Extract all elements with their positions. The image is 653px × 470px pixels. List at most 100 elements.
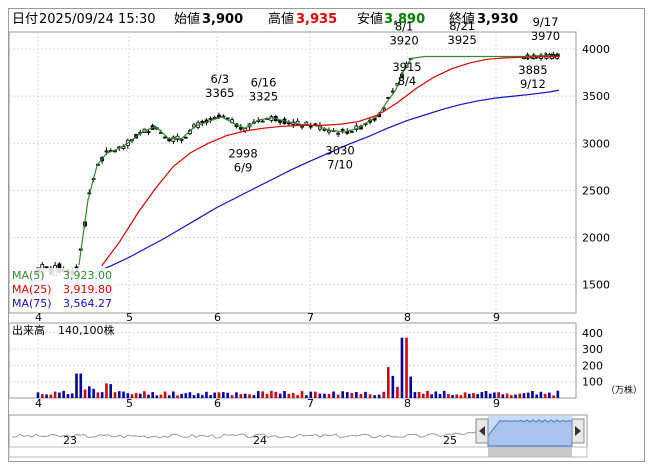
volume-bar <box>176 395 179 398</box>
volume-bar <box>243 393 247 398</box>
volume-bar <box>163 391 167 398</box>
annotation-date: 8/21 <box>449 19 475 33</box>
candle-up <box>260 120 265 123</box>
volume-bar <box>270 390 273 398</box>
volume-bar <box>341 391 344 398</box>
ma75-value: 3,564.27 <box>63 297 112 310</box>
volume-bar <box>209 395 212 398</box>
ma75-label: MA(75) <box>12 297 52 310</box>
volume-bar <box>396 386 399 398</box>
volume-bar <box>552 395 555 398</box>
volume-bar <box>300 391 304 398</box>
volume-month-label: 9 <box>493 397 500 410</box>
volume-bar <box>336 394 340 398</box>
volume-bar <box>556 390 560 398</box>
candle-up <box>208 117 213 120</box>
volume-bar <box>459 395 463 398</box>
volume-bar <box>455 394 459 398</box>
volume-bar <box>400 337 404 398</box>
price-month-label: 4 <box>35 311 42 324</box>
volume-bar <box>261 391 264 398</box>
volume-month-label: 5 <box>126 397 133 410</box>
volume-month-label: 8 <box>404 397 411 410</box>
volume-bar <box>518 393 522 398</box>
volume-bar <box>66 394 70 398</box>
volume-bar <box>359 393 363 398</box>
volume-bar <box>531 390 534 398</box>
volume-bar <box>138 393 142 398</box>
volume-bar <box>192 395 196 398</box>
volume-bar <box>92 388 95 398</box>
volume-unit: （万株） <box>606 384 642 396</box>
candle-down <box>286 122 291 125</box>
volume-bar <box>421 393 425 398</box>
range-navigator[interactable]: 23 24 25 <box>8 414 588 458</box>
candle-up <box>104 150 109 153</box>
volume-tick-label: 400 <box>582 327 603 340</box>
volume-bar <box>484 390 488 398</box>
volume-bar <box>417 391 421 398</box>
price-tick-label: 4000 <box>582 43 610 56</box>
volume-bar <box>167 395 171 398</box>
volume-bar <box>58 392 61 398</box>
stock-chart: 1500 2000 2500 3000 3500 4000 6/33365 6/163325… <box>8 15 642 458</box>
volume-bar <box>155 395 159 398</box>
volume-bar <box>296 395 299 398</box>
annotation-date: 8/1 <box>395 20 414 34</box>
annotation-price: 3970 <box>531 29 560 43</box>
volume-bar <box>226 392 229 398</box>
navigator-year-25: 25 <box>443 434 457 447</box>
volume-bar <box>252 395 256 398</box>
candle-up <box>179 138 184 141</box>
price-tick-label: 2000 <box>582 232 610 245</box>
volume-bar <box>472 393 475 398</box>
volume-bar <box>355 391 358 398</box>
volume-bar <box>134 393 138 398</box>
volume-value: 140,100株 <box>58 323 115 337</box>
volume-bar <box>184 393 188 398</box>
volume-bar <box>180 394 183 398</box>
volume-bar <box>117 391 121 398</box>
annotation-price: 3925 <box>448 33 477 47</box>
annotation-price: 3915 <box>392 60 421 74</box>
annotation-date: 9/17 <box>533 15 559 29</box>
volume-bar <box>62 390 65 398</box>
volume-tick-label: 200 <box>582 359 603 372</box>
volume-bar <box>147 394 150 398</box>
volume-bar <box>248 394 251 398</box>
volume-bar <box>345 392 349 398</box>
volume-month-label: 4 <box>35 397 42 410</box>
candle-down <box>349 130 354 133</box>
navigator-year-23: 23 <box>63 434 77 447</box>
volume-title: 出来高 <box>12 323 45 337</box>
price-tick-label: 2500 <box>582 184 610 197</box>
volume-bar <box>109 384 113 398</box>
annotation-price: 3365 <box>205 86 234 100</box>
volume-bar <box>287 393 291 398</box>
volume-bar <box>45 394 48 398</box>
candle-down <box>313 123 318 126</box>
candle-up <box>322 128 327 131</box>
volume-bar <box>318 393 322 398</box>
annotation-date: 6/9 <box>234 160 253 174</box>
price-axis: 1500 2000 2500 3000 3500 4000 <box>582 43 610 292</box>
volume-bar <box>100 392 104 398</box>
volume-month-label: 6 <box>214 397 221 410</box>
volume-bar <box>151 392 154 398</box>
navigator-scrollbar-thumb[interactable] <box>488 447 572 457</box>
volume-bar <box>96 392 100 398</box>
candle-up <box>304 121 309 125</box>
volume-bar <box>543 393 547 398</box>
price-tick-label: 3000 <box>582 137 610 150</box>
volume-bar <box>510 395 513 398</box>
annotation-price: 3920 <box>389 34 418 48</box>
price-month-label: 6 <box>214 311 221 324</box>
candle-down <box>200 120 205 124</box>
volume-bar <box>447 394 450 398</box>
candle-up <box>300 125 304 128</box>
volume-bar <box>327 393 331 398</box>
volume-tick-label: 300 <box>582 343 603 356</box>
candle-down <box>308 125 313 128</box>
volume-bar <box>201 395 204 398</box>
annotation-price: 2998 <box>228 146 257 160</box>
